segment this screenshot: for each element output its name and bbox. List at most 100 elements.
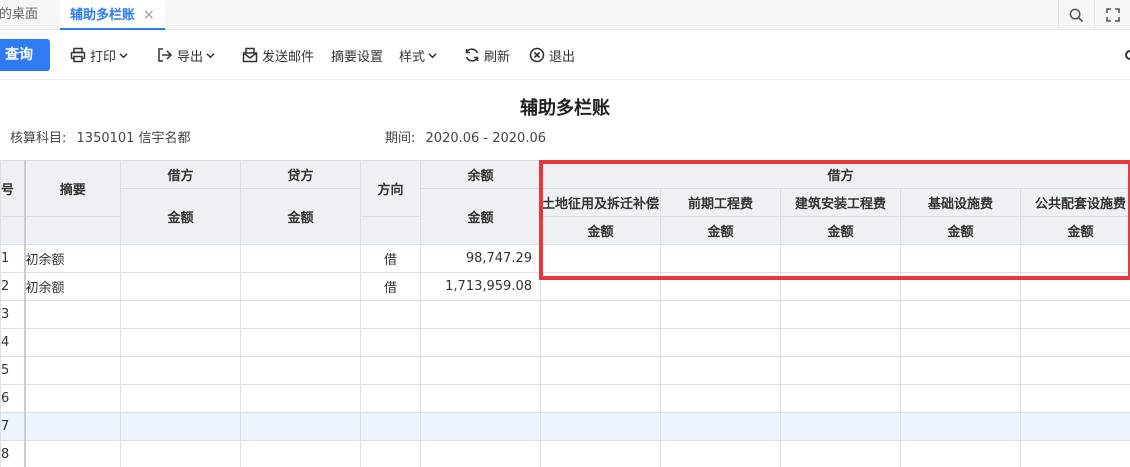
sub-cell[interactable] <box>540 328 661 357</box>
sub-cell[interactable] <box>1019 328 1130 357</box>
direction-cell[interactable] <box>360 300 421 329</box>
send-mail-button[interactable]: 发送邮件 <box>242 30 314 80</box>
sub-cell[interactable] <box>780 412 901 441</box>
sub-cell[interactable] <box>780 356 901 385</box>
direction-cell[interactable] <box>360 412 421 441</box>
summary-cell[interactable] <box>24 412 121 441</box>
table-row[interactable]: 1 初余额 借 98,747.29 <box>0 244 1130 273</box>
sub-cell[interactable] <box>900 356 1021 385</box>
balance-cell[interactable] <box>420 300 541 329</box>
sub-cell[interactable] <box>900 272 1021 301</box>
sub-cell[interactable] <box>780 300 901 329</box>
sub-cell[interactable] <box>660 328 781 357</box>
debit-cell[interactable] <box>120 244 241 273</box>
sub-cell[interactable] <box>780 440 901 467</box>
sub-cell[interactable] <box>660 300 781 329</box>
sub-cell[interactable] <box>540 384 661 413</box>
close-icon[interactable]: × <box>143 7 155 23</box>
direction-cell[interactable] <box>360 440 421 467</box>
credit-cell[interactable] <box>240 384 361 413</box>
sub-cell[interactable] <box>540 412 661 441</box>
export-button[interactable]: 导出 <box>157 30 219 80</box>
direction-cell[interactable] <box>360 328 421 357</box>
sub-cell[interactable] <box>540 440 661 467</box>
sub-cell[interactable] <box>1019 300 1130 329</box>
sub-cell[interactable] <box>900 244 1021 273</box>
exit-button[interactable]: 退出 <box>529 30 575 80</box>
credit-cell[interactable] <box>240 244 361 273</box>
print-button[interactable]: 打印 <box>70 30 132 80</box>
sub-cell[interactable] <box>660 412 781 441</box>
query-button[interactable]: 查询 <box>0 39 50 71</box>
sub-cell[interactable] <box>900 328 1021 357</box>
sub-cell[interactable] <box>540 244 661 273</box>
sub-cell[interactable] <box>1019 244 1130 273</box>
direction-cell[interactable]: 借 <box>360 244 421 273</box>
summary-cell[interactable] <box>24 356 121 385</box>
summary-cell[interactable] <box>24 440 121 467</box>
table-row[interactable]: 4 <box>0 328 1130 357</box>
tab-desktop[interactable]: 我的桌面 <box>0 0 38 30</box>
sub-cell[interactable] <box>660 440 781 467</box>
debit-cell[interactable] <box>120 356 241 385</box>
sub-cell[interactable] <box>540 272 661 301</box>
settings-icon[interactable] <box>1120 30 1130 80</box>
sub-cell[interactable] <box>540 356 661 385</box>
balance-cell[interactable]: 1,713,959.08 <box>420 272 541 301</box>
debit-cell[interactable] <box>120 440 241 467</box>
refresh-button[interactable]: 刷新 <box>464 30 510 80</box>
direction-cell[interactable] <box>360 384 421 413</box>
debit-cell[interactable] <box>120 328 241 357</box>
sub-cell[interactable] <box>540 300 661 329</box>
sub-cell[interactable] <box>1019 356 1130 385</box>
credit-cell[interactable] <box>240 440 361 467</box>
summary-cell[interactable] <box>24 328 121 357</box>
balance-cell[interactable] <box>420 328 541 357</box>
sub-cell[interactable] <box>660 356 781 385</box>
balance-cell[interactable] <box>420 440 541 467</box>
direction-cell[interactable] <box>360 356 421 385</box>
summary-cell[interactable] <box>24 384 121 413</box>
debit-cell[interactable] <box>120 272 241 301</box>
credit-cell[interactable] <box>240 272 361 301</box>
credit-cell[interactable] <box>240 328 361 357</box>
sub-cell[interactable] <box>900 412 1021 441</box>
credit-cell[interactable] <box>240 412 361 441</box>
summary-cell[interactable]: 初余额 <box>24 272 121 301</box>
sub-cell[interactable] <box>900 300 1021 329</box>
debit-cell[interactable] <box>120 412 241 441</box>
sub-cell[interactable] <box>660 244 781 273</box>
table-row[interactable]: 3 <box>0 300 1130 329</box>
search-icon[interactable] <box>1058 0 1094 30</box>
table-row[interactable]: 8 <box>0 440 1130 467</box>
table-row[interactable]: 6 <box>0 384 1130 413</box>
credit-cell[interactable] <box>240 356 361 385</box>
sub-cell[interactable] <box>660 384 781 413</box>
table-row-selected[interactable]: 7 <box>0 412 1130 441</box>
sub-cell[interactable] <box>900 384 1021 413</box>
table-row[interactable]: 5 <box>0 356 1130 385</box>
fullscreen-icon[interactable] <box>1094 0 1130 30</box>
sub-cell[interactable] <box>780 272 901 301</box>
balance-cell[interactable] <box>420 384 541 413</box>
summary-settings-button[interactable]: 摘要设置 <box>331 30 383 80</box>
sub-cell[interactable] <box>660 272 781 301</box>
sub-cell[interactable] <box>780 244 901 273</box>
style-button[interactable]: 样式 <box>399 30 441 80</box>
sub-cell[interactable] <box>780 328 901 357</box>
sub-cell[interactable] <box>900 440 1021 467</box>
debit-cell[interactable] <box>120 300 241 329</box>
direction-cell[interactable]: 借 <box>360 272 421 301</box>
table-row[interactable]: 2 初余额 借 1,713,959.08 <box>0 272 1130 301</box>
balance-cell[interactable] <box>420 356 541 385</box>
sub-cell[interactable] <box>1019 440 1130 467</box>
sub-cell[interactable] <box>1019 272 1130 301</box>
sub-cell[interactable] <box>780 384 901 413</box>
tab-auxiliary-ledger[interactable]: 辅助多栏账 × <box>60 0 165 30</box>
summary-cell[interactable]: 初余额 <box>24 244 121 273</box>
balance-cell[interactable]: 98,747.29 <box>420 244 541 273</box>
balance-cell[interactable] <box>420 412 541 441</box>
summary-cell[interactable] <box>24 300 121 329</box>
sub-cell[interactable] <box>1019 384 1130 413</box>
sub-cell[interactable] <box>1019 412 1130 441</box>
